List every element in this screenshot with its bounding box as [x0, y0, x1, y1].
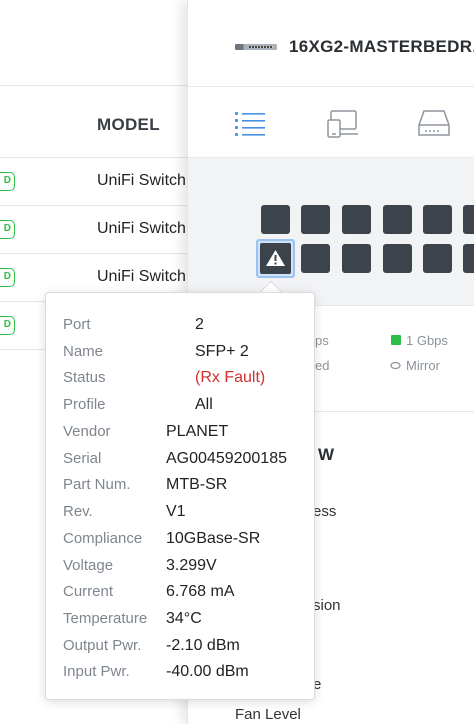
tooltip-row: Port 2	[46, 316, 316, 343]
tooltip-row: Current 6.768 mA	[46, 583, 316, 610]
device-model: UniFi Switch	[97, 220, 186, 237]
tooltip-label: Output Pwr.	[63, 637, 142, 654]
tooltip-value: V1	[166, 503, 186, 520]
tooltip-label: Rev.	[63, 503, 93, 520]
tooltip-label: Serial	[63, 450, 102, 467]
port-12[interactable]	[463, 244, 474, 273]
tooltip-row: Compliance 10GBase-SR	[46, 530, 316, 557]
status-badge: D	[0, 316, 15, 335]
port-info-tooltip: Port 2 Name SFP+ 2 Status (Rx Fault) Pro…	[45, 292, 315, 700]
legend-item: ps	[315, 333, 329, 348]
tooltip-label: Compliance	[63, 530, 143, 547]
tooltip-row: Name SFP+ 2	[46, 343, 316, 370]
legend-1gbps-swatch	[391, 335, 401, 345]
tab-details[interactable]	[232, 105, 268, 141]
port-diagram	[188, 158, 474, 306]
device-model: UniFi Switch	[97, 172, 186, 189]
property-label-fan-level: Fan Level	[235, 706, 301, 723]
port-9[interactable]	[423, 205, 452, 234]
port-1[interactable]	[261, 205, 290, 234]
tab-hardware[interactable]	[416, 105, 452, 141]
devices-icon	[327, 110, 358, 138]
tooltip-row: Vendor PLANET	[46, 423, 316, 450]
tooltip-row: Profile All	[46, 396, 316, 423]
tooltip-label: Temperature	[63, 610, 148, 627]
port-4[interactable]	[301, 244, 330, 273]
tooltip-label: Vendor	[63, 423, 111, 440]
tooltip-label: Name	[63, 343, 104, 360]
tooltip-row: Voltage 3.299V	[46, 557, 316, 584]
port-10[interactable]	[423, 244, 452, 273]
tooltip-value: -2.10 dBm	[166, 637, 240, 654]
property-label: sion	[313, 597, 341, 614]
tooltip-status-value: (Rx Fault)	[195, 369, 266, 386]
tooltip-value: 34°C	[166, 610, 202, 627]
tooltip-row: Temperature 34°C	[46, 610, 316, 637]
list-icon	[235, 112, 265, 136]
tooltip-value: 3.299V	[166, 557, 217, 574]
tooltip-label: Current	[63, 583, 114, 600]
device-model: UniFi Switch	[97, 268, 186, 285]
tooltip-value: SFP+ 2	[195, 343, 249, 360]
tooltip-value: 10GBase-SR	[166, 530, 261, 547]
device-row[interactable]: D UniFi Switch	[0, 206, 200, 254]
status-badge: D	[0, 268, 15, 287]
port-2-selected[interactable]	[256, 239, 295, 278]
tooltip-value: PLANET	[166, 423, 229, 440]
tooltip-label: Status	[63, 369, 106, 386]
port-8[interactable]	[383, 244, 412, 273]
section-title: W	[318, 445, 335, 464]
tooltip-row: Serial AG00459200185	[46, 450, 316, 477]
device-list-topbar	[0, 0, 200, 86]
tooltip-row: Status (Rx Fault)	[46, 369, 316, 396]
tab-clients[interactable]	[325, 105, 361, 141]
port-5[interactable]	[342, 205, 371, 234]
tooltip-label: Input Pwr.	[63, 663, 130, 680]
tooltip-value: 2	[195, 316, 204, 333]
model-column-label: MODEL	[97, 115, 160, 134]
tooltip-label: Profile	[63, 396, 106, 413]
tooltip-label: Port	[63, 316, 91, 333]
panel-tab-bar	[188, 86, 474, 158]
tooltip-row: Input Pwr. -40.00 dBm	[46, 663, 316, 690]
warning-icon	[260, 243, 291, 274]
port-11[interactable]	[463, 205, 474, 234]
panel-title: 16XG2-MASTERBEDR...	[289, 37, 474, 56]
mirror-icon	[390, 361, 401, 370]
hard-drive-icon	[418, 110, 450, 136]
tooltip-value: 6.768 mA	[166, 583, 235, 600]
tooltip-row: Part Num. MTB-SR	[46, 476, 316, 503]
property-label: ess	[313, 503, 337, 520]
tooltip-value: All	[195, 396, 213, 413]
legend-item: Mirror	[406, 358, 440, 373]
port-6[interactable]	[342, 244, 371, 273]
device-row[interactable]: D UniFi Switch	[0, 158, 200, 206]
port-7[interactable]	[383, 205, 412, 234]
model-column-header[interactable]: MODEL	[0, 100, 200, 158]
status-badge: D	[0, 220, 15, 239]
legend-item: 1 Gbps	[406, 333, 448, 348]
port-3[interactable]	[301, 205, 330, 234]
panel-header: 16XG2-MASTERBEDR...	[188, 0, 474, 86]
tooltip-row: Output Pwr. -2.10 dBm	[46, 637, 316, 664]
status-badge: D	[0, 172, 15, 191]
tooltip-row: Rev. V1	[46, 503, 316, 530]
tooltip-value: -40.00 dBm	[166, 663, 249, 680]
tooltip-value: AG00459200185	[166, 450, 287, 467]
legend-item: ed	[315, 358, 330, 373]
tooltip-value: MTB-SR	[166, 476, 228, 493]
switch-device-icon	[235, 44, 277, 50]
tooltip-label: Voltage	[63, 557, 114, 574]
tooltip-label: Part Num.	[63, 476, 131, 493]
